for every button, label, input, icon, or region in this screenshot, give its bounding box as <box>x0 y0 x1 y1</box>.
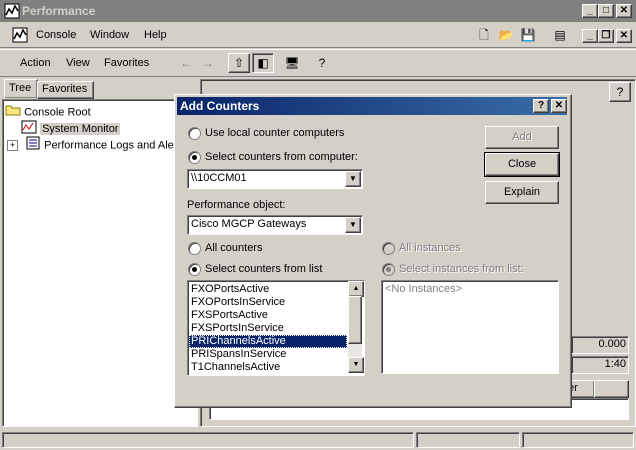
label-all-counters: All counters <box>205 242 263 254</box>
list-item[interactable]: FXSPortsActive <box>189 309 347 322</box>
column-header-2[interactable] <box>594 380 629 398</box>
list-item[interactable]: FXOPortsInService <box>189 296 347 309</box>
show-hide-tree-icon[interactable]: ◧ <box>252 53 274 73</box>
dialog-title: Add Counters <box>180 99 260 113</box>
new-icon[interactable]: 🗋 <box>474 26 494 44</box>
up-level-icon[interactable]: ⇧ <box>228 53 250 73</box>
tab-favorites[interactable]: Favorites <box>37 81 94 99</box>
radio-select-counters[interactable] <box>188 263 201 276</box>
menu-bar: Console Window Help 🗋 📂 💾 ▤ _ ❐ ✕ <box>0 23 636 48</box>
properties-icon[interactable]: ▤ <box>550 26 570 44</box>
value-1: 0.000 <box>598 338 626 350</box>
scroll-up-icon[interactable]: ▲ <box>348 281 364 297</box>
close-dialog-button[interactable]: Close <box>484 152 560 177</box>
value-field-2: 1:40 <box>571 356 629 374</box>
list-item[interactable]: PRIChannelsActive <box>189 335 347 348</box>
radio-select-computer[interactable] <box>188 151 201 164</box>
label-all-instances: All instances <box>399 242 461 254</box>
tree-label-perf-logs: Performance Logs and Alerts <box>44 139 186 152</box>
status-bar <box>0 430 636 450</box>
window-title: Performance <box>22 4 96 18</box>
performance-object-combo[interactable]: Cisco MGCP Gateways ▼ <box>187 215 363 235</box>
counters-listbox[interactable]: FXOPortsActive FXOPortsInService FXSPortsA… <box>187 280 365 376</box>
tree-item-perf-logs[interactable]: + Performance Logs and Alerts <box>7 136 186 152</box>
child-restore-button[interactable]: ❐ <box>598 29 614 43</box>
chevron-down-icon[interactable]: ▼ <box>345 171 361 187</box>
value-field-1: 0.000 <box>571 336 629 354</box>
instances-placeholder: <No Instances> <box>385 283 463 295</box>
list-item[interactable]: T1ChannelsActive <box>189 361 347 374</box>
minimize-button[interactable]: _ <box>582 4 598 18</box>
explain-button[interactable]: Explain <box>485 181 559 204</box>
list-item[interactable]: FXSPortsInService <box>189 322 347 335</box>
close-button[interactable]: ✕ <box>616 4 632 18</box>
label-select-counters: Select counters from list <box>205 263 323 275</box>
menu-view[interactable]: View <box>66 53 90 73</box>
scroll-thumb[interactable] <box>348 296 362 344</box>
expand-plus-icon[interactable]: + <box>7 140 18 151</box>
properties-icon[interactable]: ? <box>609 82 631 102</box>
folder-icon <box>5 104 21 121</box>
add-button-label: Add <box>512 131 532 143</box>
value-2: 1:40 <box>604 358 626 370</box>
back-arrow-icon[interactable]: ← <box>176 54 196 72</box>
tab-tree[interactable]: Tree <box>4 79 38 98</box>
label-local-counters: Use local counter computers <box>205 127 345 139</box>
tree-item-console-root[interactable]: Console Root <box>5 104 91 120</box>
app-icon <box>4 3 20 19</box>
computer-value: \\10CCM01 <box>191 172 247 184</box>
status-pane-3 <box>522 432 634 448</box>
radio-all-instances[interactable] <box>382 242 395 255</box>
scroll-down-icon[interactable]: ▼ <box>348 357 364 373</box>
radio-all-counters[interactable] <box>188 242 201 255</box>
child-close-button[interactable]: ✕ <box>616 29 632 43</box>
dialog-title-bar[interactable]: Add Counters ? ✕ <box>177 97 567 115</box>
menu-favorites[interactable]: Favorites <box>104 53 149 73</box>
forward-arrow-icon[interactable]: → <box>198 54 218 72</box>
explain-button-label: Explain <box>503 186 541 198</box>
performance-object-value: Cisco MGCP Gateways <box>191 218 307 230</box>
maximize-button[interactable]: □ <box>598 4 614 18</box>
dialog-help-button[interactable]: ? <box>533 99 549 113</box>
logs-icon <box>25 136 41 155</box>
menu-action[interactable]: Action <box>20 53 51 73</box>
label-select-instances: Select instances from list: <box>399 263 524 275</box>
export-list-icon[interactable]: 🖥 <box>282 54 302 72</box>
tab-tree-label: Tree <box>9 82 32 94</box>
tree-item-system-monitor[interactable]: System Monitor <box>21 120 121 136</box>
menu-help[interactable]: Help <box>144 25 167 45</box>
radio-select-instances[interactable] <box>382 263 395 276</box>
label-select-computer: Select counters from computer: <box>205 151 358 163</box>
main-title-bar[interactable]: Performance _ □ ✕ <box>0 0 636 22</box>
tab-favorites-label: Favorites <box>42 83 88 95</box>
action-bar: Action View Favorites ← → ⇧ ◧ 🖥 ? <box>0 49 636 77</box>
status-pane-1 <box>2 432 414 448</box>
counters-scrollbar[interactable]: ▲ ▼ <box>348 281 364 373</box>
list-item[interactable]: PRISpansInService <box>189 348 347 361</box>
tree-label-root: Console Root <box>24 106 91 119</box>
computer-combo[interactable]: \\10CCM01 ▼ <box>187 169 363 189</box>
menu-console[interactable]: Console <box>36 25 76 45</box>
help-icon[interactable]: ? <box>312 54 332 72</box>
tree-panel: Console Root System Monitor + Performanc… <box>2 99 198 427</box>
console-icon <box>12 27 28 43</box>
status-pane-2 <box>416 432 520 448</box>
add-button[interactable]: Add <box>485 126 559 149</box>
list-item[interactable]: FXOPortsActive <box>189 283 347 296</box>
chevron-down-icon[interactable]: ▼ <box>345 217 361 233</box>
dialog-close-button[interactable]: ✕ <box>551 99 567 113</box>
save-icon[interactable]: 💾 <box>518 26 538 44</box>
add-counters-dialog: Add Counters ? ✕ Use local counter compu… <box>174 94 572 408</box>
menu-window[interactable]: Window <box>90 25 129 45</box>
counters-items: FXOPortsActive FXOPortsInService FXSPortsA… <box>189 283 347 374</box>
open-icon[interactable]: 📂 <box>496 26 516 44</box>
close-button-label: Close <box>507 158 537 170</box>
label-performance-object: Performance object: <box>187 199 286 211</box>
tree-label-system-monitor: System Monitor <box>40 123 121 136</box>
instances-listbox[interactable]: <No Instances> <box>381 280 559 374</box>
radio-local-counters[interactable] <box>188 127 201 140</box>
child-minimize-button[interactable]: _ <box>582 29 598 43</box>
